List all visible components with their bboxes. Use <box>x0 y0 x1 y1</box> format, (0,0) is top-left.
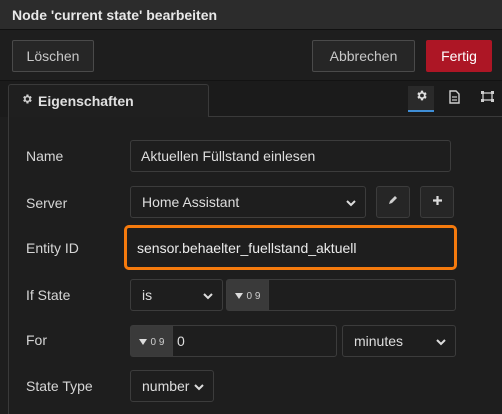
chevron-down-icon <box>435 335 447 347</box>
caret-down-icon <box>138 332 147 350</box>
if-state-label: If State <box>26 287 71 303</box>
dialog-title: Node 'current state' bearbeiten <box>12 7 218 23</box>
edit-server-button[interactable] <box>376 186 410 218</box>
if-state-type-selector[interactable]: 0 9 <box>227 280 269 310</box>
frame-icon <box>480 90 495 108</box>
server-label: Server <box>26 195 68 211</box>
state-type-label: State Type <box>26 378 93 394</box>
entity-id-label: Entity ID <box>26 240 79 256</box>
for-value[interactable]: 0 <box>173 333 185 349</box>
cancel-button[interactable]: Abbrechen <box>312 40 415 72</box>
for-label: For <box>26 332 47 348</box>
entity-id-input[interactable]: sensor.behaelter_fuellstand_aktuell <box>124 225 457 270</box>
for-unit-value: minutes <box>354 333 404 349</box>
plus-icon <box>432 193 443 211</box>
name-input[interactable]: Aktuellen Füllstand einlesen <box>130 140 451 172</box>
gear-icon <box>21 92 33 110</box>
chevron-down-icon <box>193 380 205 392</box>
chevron-down-icon <box>202 289 214 301</box>
properties-tab-icon[interactable] <box>408 86 434 112</box>
tab-properties[interactable]: Eigenschaften <box>8 84 209 117</box>
name-label: Name <box>26 148 64 164</box>
caret-down-icon <box>234 286 243 304</box>
number-type-icon: 0 9 <box>150 336 165 348</box>
description-tab-icon[interactable] <box>441 86 467 112</box>
state-type-select[interactable]: number <box>130 370 214 402</box>
if-state-operator-value: is <box>142 287 153 303</box>
for-type-selector[interactable]: 0 9 <box>131 326 173 356</box>
document-icon <box>448 89 461 109</box>
server-select-value: Home Assistant <box>142 194 240 210</box>
state-type-value: number <box>142 378 190 394</box>
if-state-typed-input[interactable]: 0 9 <box>226 279 456 311</box>
if-state-operator-select[interactable]: is <box>130 279 223 311</box>
for-typed-input[interactable]: 0 9 0 <box>130 325 337 357</box>
dialog-title-bar: Node 'current state' bearbeiten <box>0 0 502 30</box>
chevron-down-icon <box>345 196 357 208</box>
tab-properties-label: Eigenschaften <box>38 93 134 109</box>
delete-button[interactable]: Löschen <box>12 40 94 72</box>
gear-icon <box>415 89 428 107</box>
for-unit-select[interactable]: minutes <box>342 325 456 357</box>
number-type-icon: 0 9 <box>246 290 261 302</box>
pencil-icon <box>387 193 399 211</box>
appearance-tab-icon[interactable] <box>474 86 500 112</box>
add-server-button[interactable] <box>420 186 454 218</box>
server-select[interactable]: Home Assistant <box>130 186 366 218</box>
done-button[interactable]: Fertig <box>426 40 492 72</box>
